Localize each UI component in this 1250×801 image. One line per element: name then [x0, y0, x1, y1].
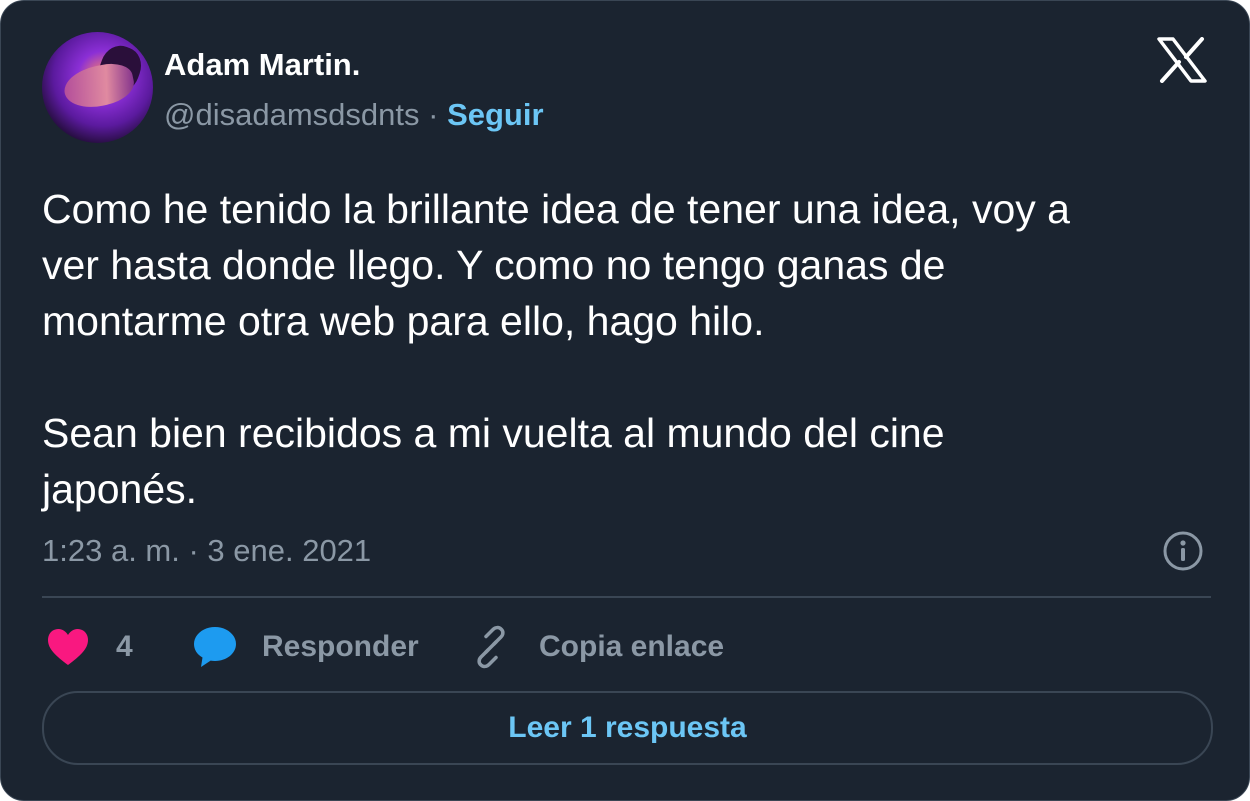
handle-separator: · — [428, 97, 439, 132]
like-count: 4 — [116, 630, 133, 663]
copy-link-button[interactable]: Copia enlace — [469, 621, 724, 673]
read-replies-label: Leer 1 respuesta — [508, 711, 747, 744]
author-name[interactable]: Adam Martin. — [164, 47, 360, 83]
follow-button[interactable]: Seguir — [447, 97, 543, 132]
tweet-card: Adam Martin. @disadamsdsdnts · Seguir Co… — [0, 0, 1250, 801]
tweet-text: Como he tenido la brillante idea de tene… — [42, 186, 1070, 512]
like-button[interactable]: 4 — [46, 621, 133, 673]
author-handle[interactable]: @disadamsdsdnts — [164, 97, 419, 132]
reply-button[interactable]: Responder — [192, 621, 419, 673]
avatar-face — [60, 59, 138, 113]
x-logo-icon[interactable] — [1157, 37, 1207, 83]
copy-link-label: Copia enlace — [539, 630, 725, 663]
info-icon[interactable] — [1162, 530, 1204, 572]
heart-icon — [48, 629, 88, 665]
avatar[interactable] — [42, 32, 153, 143]
action-bar: 4 Responder Copia enlace — [42, 621, 1212, 673]
speech-bubble-icon — [194, 627, 236, 667]
divider — [42, 596, 1211, 598]
reply-label: Responder — [262, 630, 419, 663]
author-handle-row: @disadamsdsdnts · Seguir — [164, 97, 544, 133]
tweet-timestamp[interactable]: 1:23 a. m. · 3 ene. 2021 — [42, 533, 371, 569]
read-replies-button[interactable]: Leer 1 respuesta — [42, 691, 1213, 765]
link-icon — [477, 625, 505, 669]
